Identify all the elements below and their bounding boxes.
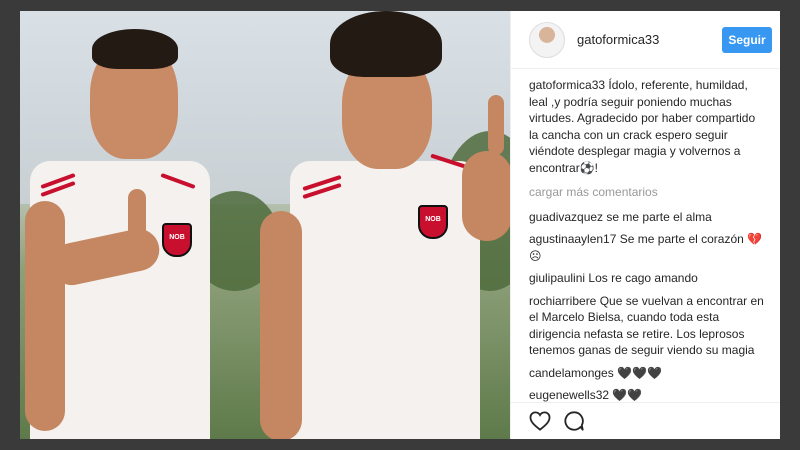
comment-username[interactable]: guadivazquez [529,210,603,224]
list-item: rochiarribere Que se vuelvan a encontrar… [529,293,766,359]
comment-text: 🖤🖤🖤 [617,365,662,380]
caption-username[interactable]: gatoformica33 [529,78,605,92]
comment-username[interactable]: agustinaaylen17 [529,232,616,246]
load-more-comments-link[interactable]: cargar más comentarios [529,184,766,201]
post-header: gatoformica33 Seguir [511,11,780,69]
photo-player-right: NOB [230,11,510,439]
header-username[interactable]: gatoformica33 [577,32,722,47]
right-player-arm [260,211,302,439]
caption-text: Ídolo, referente, humildad, leal ,y podr… [529,78,756,175]
left-player-hair [92,29,178,69]
instagram-post: NOB NOB gatoformica33 Seguir gatoformica… [20,11,780,439]
list-item: candelamonges 🖤🖤🖤 [529,365,766,382]
list-item: giulipaulini Los re cago amando [529,270,766,287]
comment-text: se me parte el alma [606,209,712,224]
post-caption: gatoformica33 Ídolo, referente, humildad… [529,77,766,176]
post-photo[interactable]: NOB NOB [20,11,510,439]
avatar[interactable] [529,21,565,58]
speech-bubble-icon[interactable] [563,410,585,432]
heart-icon[interactable] [529,411,551,431]
list-item: eugenewells32 🖤🖤 [529,387,766,402]
right-player-thumb [488,95,504,155]
club-badge: NOB [162,223,192,257]
left-player-arm [25,201,65,431]
right-player-jersey [290,161,480,439]
comment-username[interactable]: eugenewells32 [529,388,609,402]
comment-username[interactable]: rochiarribere [529,294,596,308]
follow-button[interactable]: Seguir [722,26,772,53]
comment-username[interactable]: candelamonges [529,366,614,380]
list-item: guadivazquez se me parte el alma [529,209,766,226]
post-actions [511,402,780,439]
comment-text: Los re cago amando [588,271,698,285]
comments-list: gatoformica33 Ídolo, referente, humildad… [511,69,780,402]
club-badge: NOB [418,205,448,239]
list-item: agustinaaylen17 Se me parte el corazón 💔… [529,231,766,264]
post-sidebar: gatoformica33 Seguir gatoformica33 Ídolo… [510,11,780,439]
left-player-thumb [128,189,146,241]
photo-player-left: NOB [20,11,240,439]
comment-username[interactable]: giulipaulini [529,271,585,285]
right-player-raised-arm [462,151,510,241]
right-player-hair [330,11,442,77]
comment-text: 🖤🖤 [612,388,643,402]
